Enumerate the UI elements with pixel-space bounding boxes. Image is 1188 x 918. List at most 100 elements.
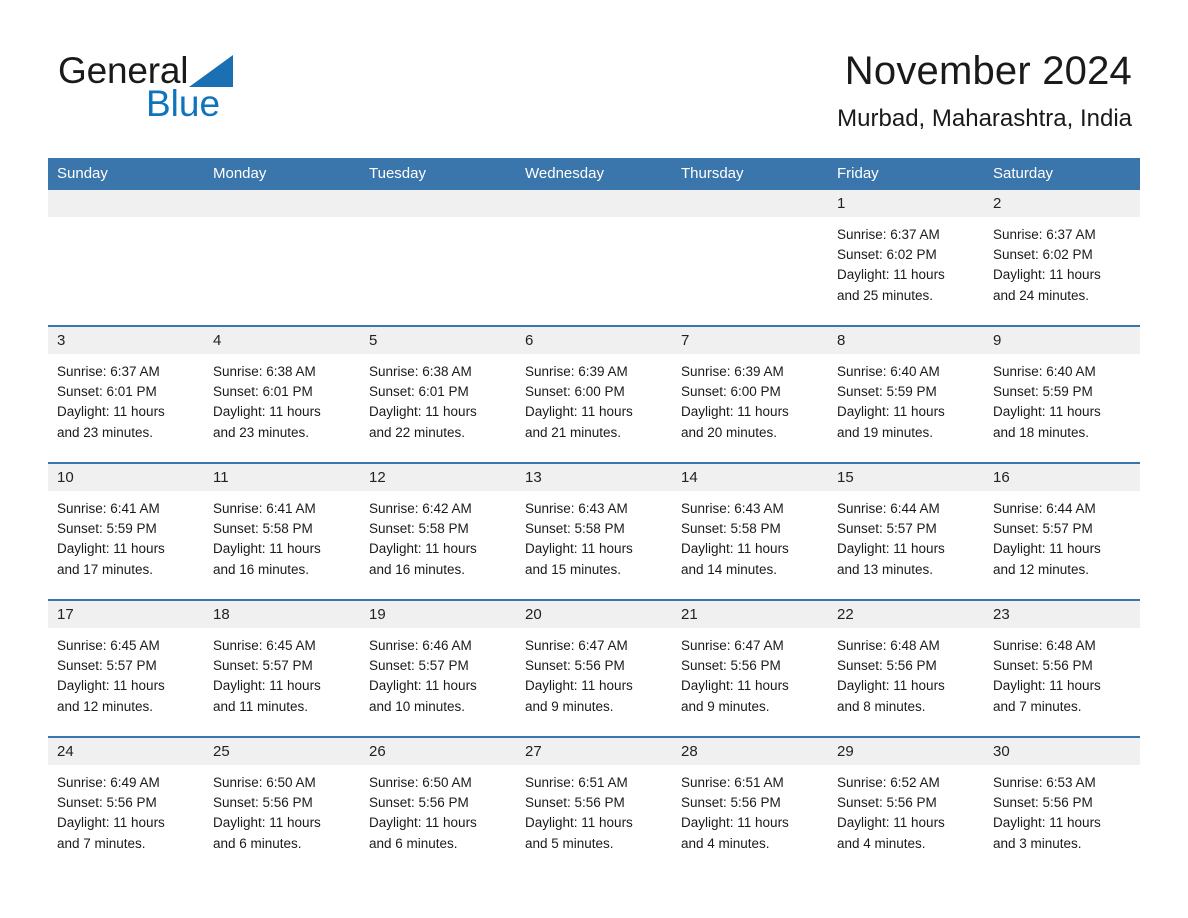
calendar-day-cell[interactable]: 17 Sunrise: 6:45 AM Sunset: 5:57 PM Dayligh… <box>48 599 204 737</box>
calendar-day-cell[interactable]: 12 Sunrise: 6:42 AM Sunset: 5:58 PM Dayligh… <box>360 462 516 600</box>
day-details: Sunrise: 6:43 AM Sunset: 5:58 PM Daylight:… <box>672 491 828 599</box>
day-details: Sunrise: 6:40 AM Sunset: 5:59 PM Daylight:… <box>984 354 1140 462</box>
daylight-text-line2: and 4 minutes. <box>837 835 926 851</box>
day-number: 27 <box>516 738 672 765</box>
daylight-text-line1: Daylight: 11 hours <box>525 404 633 420</box>
calendar-day-cell[interactable]: 13 Sunrise: 6:43 AM Sunset: 5:58 PM Dayligh… <box>516 462 672 600</box>
calendar-day-cell[interactable]: 2 Sunrise: 6:37 AM Sunset: 6:02 PM Daylight… <box>984 190 1140 326</box>
daylight-text-line2: and 16 minutes. <box>369 561 466 577</box>
daylight-text-line1: Daylight: 11 hours <box>57 404 165 420</box>
day-number: 28 <box>672 738 828 765</box>
weekday-header-tuesday: Tuesday <box>360 158 516 190</box>
calendar-day-cell[interactable]: 5 Sunrise: 6:38 AM Sunset: 6:01 PM Daylight… <box>360 325 516 463</box>
calendar-day-cell[interactable]: 4 Sunrise: 6:38 AM Sunset: 6:01 PM Daylight… <box>204 325 360 463</box>
sunrise-text: Sunrise: 6:37 AM <box>993 227 1096 242</box>
sunset-text: Sunset: 5:58 PM <box>213 521 313 537</box>
sunrise-text: Sunrise: 6:52 AM <box>837 775 940 790</box>
calendar-day-cell[interactable]: 15 Sunrise: 6:44 AM Sunset: 5:57 PM Dayligh… <box>828 462 984 600</box>
day-details: Sunrise: 6:41 AM Sunset: 5:58 PM Daylight:… <box>204 491 360 599</box>
sunrise-text: Sunrise: 6:37 AM <box>57 364 160 379</box>
calendar-day-cell[interactable]: 7 Sunrise: 6:39 AM Sunset: 6:00 PM Daylight… <box>672 325 828 463</box>
daylight-text-line1: Daylight: 11 hours <box>57 541 165 557</box>
sunset-text: Sunset: 5:59 PM <box>993 384 1093 400</box>
day-details: Sunrise: 6:37 AM Sunset: 6:02 PM Daylight:… <box>984 217 1140 325</box>
calendar-day-cell[interactable]: 9 Sunrise: 6:40 AM Sunset: 5:59 PM Daylight… <box>984 325 1140 463</box>
calendar-day-cell[interactable]: 25 Sunrise: 6:50 AM Sunset: 5:56 PM Dayligh… <box>204 736 360 873</box>
sunrise-text: Sunrise: 6:44 AM <box>993 501 1096 516</box>
daylight-text-line1: Daylight: 11 hours <box>681 404 789 420</box>
daylight-text-line2: and 15 minutes. <box>525 561 622 577</box>
day-number: 2 <box>984 190 1140 217</box>
daylight-text-line2: and 9 minutes. <box>525 698 614 714</box>
day-number <box>672 190 828 217</box>
calendar-day-cell[interactable]: 27 Sunrise: 6:51 AM Sunset: 5:56 PM Dayligh… <box>516 736 672 873</box>
day-details <box>204 217 360 325</box>
calendar-day-cell[interactable]: 26 Sunrise: 6:50 AM Sunset: 5:56 PM Dayligh… <box>360 736 516 873</box>
daylight-text-line2: and 24 minutes. <box>993 287 1090 303</box>
day-number: 17 <box>48 601 204 628</box>
daylight-text-line1: Daylight: 11 hours <box>525 541 633 557</box>
calendar-day-cell[interactable]: 22 Sunrise: 6:48 AM Sunset: 5:56 PM Dayligh… <box>828 599 984 737</box>
calendar-day-cell[interactable]: 28 Sunrise: 6:51 AM Sunset: 5:56 PM Dayligh… <box>672 736 828 873</box>
calendar-day-cell[interactable]: 21 Sunrise: 6:47 AM Sunset: 5:56 PM Dayligh… <box>672 599 828 737</box>
day-details: Sunrise: 6:37 AM Sunset: 6:02 PM Daylight:… <box>828 217 984 325</box>
page-header: General Blue November 2024 Murbad, Mahar… <box>0 0 1188 150</box>
day-details: Sunrise: 6:43 AM Sunset: 5:58 PM Daylight:… <box>516 491 672 599</box>
sunset-text: Sunset: 5:56 PM <box>681 658 781 674</box>
calendar-week-row: 24 Sunrise: 6:49 AM Sunset: 5:56 PM Dayligh… <box>48 736 1140 873</box>
daylight-text-line1: Daylight: 11 hours <box>681 541 789 557</box>
day-number: 22 <box>828 601 984 628</box>
sunrise-text: Sunrise: 6:51 AM <box>681 775 784 790</box>
day-details: Sunrise: 6:50 AM Sunset: 5:56 PM Daylight:… <box>360 765 516 873</box>
calendar-day-cell[interactable]: 10 Sunrise: 6:41 AM Sunset: 5:59 PM Dayligh… <box>48 462 204 600</box>
daylight-text-line2: and 12 minutes. <box>993 561 1090 577</box>
daylight-text-line1: Daylight: 11 hours <box>213 541 321 557</box>
brand-logo[interactable]: General Blue <box>58 52 358 132</box>
sunset-text: Sunset: 5:56 PM <box>993 795 1093 811</box>
calendar-day-cell[interactable]: 3 Sunrise: 6:37 AM Sunset: 6:01 PM Daylight… <box>48 325 204 463</box>
calendar-day-cell[interactable]: 6 Sunrise: 6:39 AM Sunset: 6:00 PM Daylight… <box>516 325 672 463</box>
sunset-text: Sunset: 5:57 PM <box>993 521 1093 537</box>
calendar-day-cell[interactable]: 20 Sunrise: 6:47 AM Sunset: 5:56 PM Dayligh… <box>516 599 672 737</box>
daylight-text-line1: Daylight: 11 hours <box>837 541 945 557</box>
calendar-day-cell[interactable]: 24 Sunrise: 6:49 AM Sunset: 5:56 PM Dayligh… <box>48 736 204 873</box>
sunrise-text: Sunrise: 6:43 AM <box>525 501 628 516</box>
sunset-text: Sunset: 5:57 PM <box>369 658 469 674</box>
calendar-day-cell[interactable]: 29 Sunrise: 6:52 AM Sunset: 5:56 PM Dayligh… <box>828 736 984 873</box>
daylight-text-line2: and 6 minutes. <box>213 835 302 851</box>
day-details: Sunrise: 6:38 AM Sunset: 6:01 PM Daylight:… <box>204 354 360 462</box>
calendar-day-cell[interactable]: 14 Sunrise: 6:43 AM Sunset: 5:58 PM Dayligh… <box>672 462 828 600</box>
title-block: November 2024 Murbad, Maharashtra, India <box>837 46 1132 134</box>
daylight-text-line2: and 10 minutes. <box>369 698 466 714</box>
calendar-day-cell[interactable]: 8 Sunrise: 6:40 AM Sunset: 5:59 PM Daylight… <box>828 325 984 463</box>
day-number: 5 <box>360 327 516 354</box>
sunset-text: Sunset: 5:56 PM <box>369 795 469 811</box>
day-number: 19 <box>360 601 516 628</box>
calendar-day-cell[interactable]: 18 Sunrise: 6:45 AM Sunset: 5:57 PM Dayligh… <box>204 599 360 737</box>
sunrise-text: Sunrise: 6:47 AM <box>525 638 628 653</box>
sunset-text: Sunset: 5:59 PM <box>837 384 937 400</box>
calendar-day-cell[interactable]: 23 Sunrise: 6:48 AM Sunset: 5:56 PM Dayligh… <box>984 599 1140 737</box>
daylight-text-line2: and 7 minutes. <box>57 835 146 851</box>
sunset-text: Sunset: 6:02 PM <box>837 247 937 263</box>
day-number: 30 <box>984 738 1140 765</box>
day-number: 20 <box>516 601 672 628</box>
sunrise-text: Sunrise: 6:38 AM <box>213 364 316 379</box>
daylight-text-line2: and 25 minutes. <box>837 287 934 303</box>
calendar-day-cell[interactable]: 19 Sunrise: 6:46 AM Sunset: 5:57 PM Dayligh… <box>360 599 516 737</box>
day-number: 7 <box>672 327 828 354</box>
daylight-text-line2: and 11 minutes. <box>213 698 309 714</box>
day-number: 12 <box>360 464 516 491</box>
day-number: 21 <box>672 601 828 628</box>
weekday-header-monday: Monday <box>204 158 360 190</box>
sunrise-text: Sunrise: 6:37 AM <box>837 227 940 242</box>
calendar-day-cell[interactable]: 11 Sunrise: 6:41 AM Sunset: 5:58 PM Dayligh… <box>204 462 360 600</box>
calendar-day-cell[interactable]: 16 Sunrise: 6:44 AM Sunset: 5:57 PM Dayligh… <box>984 462 1140 600</box>
calendar-day-cell[interactable]: 1 Sunrise: 6:37 AM Sunset: 6:02 PM Daylight… <box>828 190 984 326</box>
sunset-text: Sunset: 6:02 PM <box>993 247 1093 263</box>
calendar-day-cell[interactable]: 30 Sunrise: 6:53 AM Sunset: 5:56 PM Dayligh… <box>984 736 1140 873</box>
daylight-text-line2: and 6 minutes. <box>369 835 458 851</box>
sunset-text: Sunset: 5:58 PM <box>369 521 469 537</box>
sunset-text: Sunset: 5:58 PM <box>681 521 781 537</box>
sunrise-text: Sunrise: 6:38 AM <box>369 364 472 379</box>
